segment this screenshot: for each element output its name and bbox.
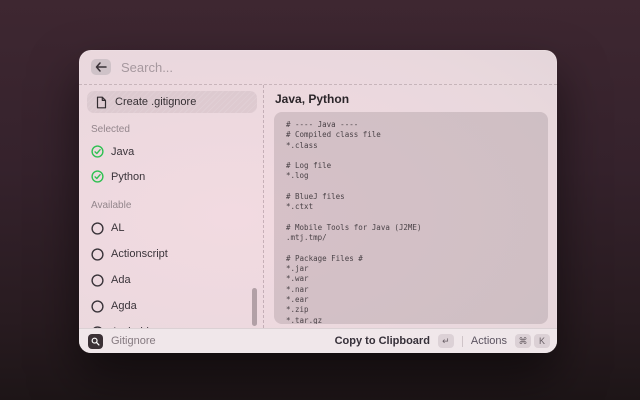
section-header-available: Available xyxy=(91,200,263,212)
detail-panel: Java, Python # ---- Java ---- # Compiled… xyxy=(264,85,557,328)
create-gitignore-label: Create .gitignore xyxy=(115,96,196,108)
back-button[interactable] xyxy=(91,59,111,75)
search-input[interactable] xyxy=(121,60,545,75)
sidebar-item-agda[interactable]: Agda xyxy=(79,293,263,319)
document-icon xyxy=(96,96,107,109)
sidebar-item-label: Actionscript xyxy=(111,248,168,260)
sidebar: Create .gitignore Selected Java Python A… xyxy=(79,85,263,328)
app-name-label: Gitignore xyxy=(111,335,156,347)
sidebar-item-al[interactable]: AL xyxy=(79,215,263,241)
unchecked-circle-icon xyxy=(91,300,104,313)
gitignore-code-preview[interactable]: # ---- Java ---- # Compiled class file *… xyxy=(274,112,548,324)
sidebar-item-label: Agda xyxy=(111,300,137,312)
desktop-background: Create .gitignore Selected Java Python A… xyxy=(0,0,640,400)
window-body: Create .gitignore Selected Java Python A… xyxy=(79,85,557,328)
unchecked-circle-icon xyxy=(91,222,104,235)
k-key-badge: K xyxy=(534,334,550,348)
sidebar-item-label: Python xyxy=(111,171,145,183)
unchecked-circle-icon xyxy=(91,248,104,261)
sidebar-scrollbar-thumb[interactable] xyxy=(252,288,257,326)
sidebar-item-label: Java xyxy=(111,146,134,158)
detail-title: Java, Python xyxy=(275,92,548,106)
actions-shortcut: ⌘ K xyxy=(515,334,550,348)
command-key-badge: ⌘ xyxy=(515,334,531,348)
sidebar-item-label: Ada xyxy=(111,274,131,286)
unchecked-circle-icon xyxy=(91,274,104,287)
footer-separator xyxy=(462,336,463,347)
gitignore-app-icon xyxy=(88,334,103,349)
action-bar-left: Gitignore xyxy=(88,334,156,349)
checked-circle-icon xyxy=(91,170,104,183)
sidebar-item-java[interactable]: Java xyxy=(79,139,263,164)
sidebar-item-create-gitignore[interactable]: Create .gitignore xyxy=(87,91,257,113)
enter-key-badge: ↵ xyxy=(438,334,454,348)
action-bar-right: Copy to Clipboard ↵ Actions ⌘ K xyxy=(335,334,550,348)
sidebar-item-python[interactable]: Python xyxy=(79,164,263,189)
sidebar-item-android[interactable]: Android xyxy=(79,319,263,328)
sidebar-item-label: AL xyxy=(111,222,124,234)
sidebar-item-ada[interactable]: Ada xyxy=(79,267,263,293)
section-header-selected: Selected xyxy=(91,124,263,136)
back-arrow-icon xyxy=(95,62,107,72)
copy-to-clipboard-button[interactable]: Copy to Clipboard xyxy=(335,335,430,347)
search-bar xyxy=(79,50,557,85)
checked-circle-icon xyxy=(91,145,104,158)
actions-menu-button[interactable]: Actions xyxy=(471,335,507,347)
sidebar-item-actionscript[interactable]: Actionscript xyxy=(79,241,263,267)
action-bar: Gitignore Copy to Clipboard ↵ Actions ⌘ … xyxy=(79,328,557,353)
launcher-window: Create .gitignore Selected Java Python A… xyxy=(79,50,557,353)
